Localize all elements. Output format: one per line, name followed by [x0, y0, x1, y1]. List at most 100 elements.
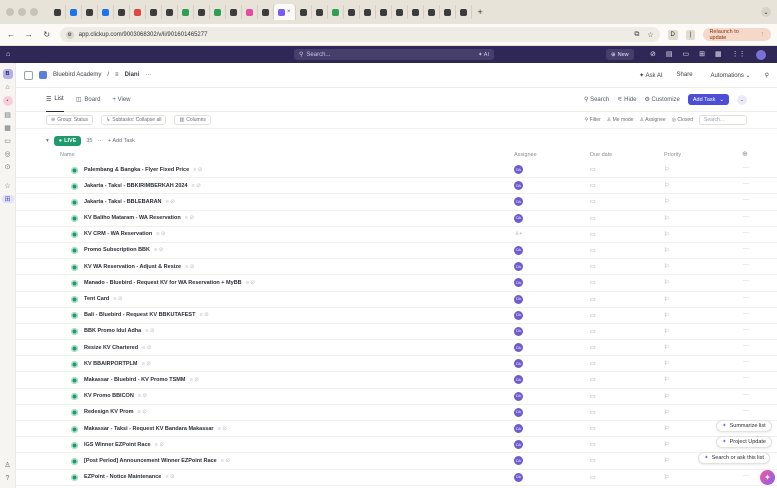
priority-flag-icon[interactable]: ⚐: [664, 393, 669, 400]
browser-tab[interactable]: [360, 5, 376, 19]
assignee-avatar[interactable]: DA: [514, 165, 523, 174]
due-date-icon[interactable]: ▭: [590, 312, 596, 319]
assignee-avatar[interactable]: DA: [514, 359, 523, 369]
priority-flag-icon[interactable]: ⚐: [664, 231, 669, 238]
status-dot-icon[interactable]: [71, 247, 78, 255]
task-name[interactable]: Makassar - Bluebird - KV Promo TSMM ≡ ⊘: [84, 377, 199, 383]
priority-flag-icon[interactable]: ⚐: [664, 474, 669, 481]
browser-tab[interactable]: [376, 5, 392, 19]
summarize-list-button[interactable]: ✦ Summarize list: [716, 420, 772, 432]
avatar[interactable]: [755, 49, 766, 60]
breadcrumb-more-icon[interactable]: ···: [145, 72, 151, 78]
docs-icon[interactable]: ▤: [4, 111, 11, 119]
search-ask-list-button[interactable]: ✦ Search or ask this list: [698, 452, 770, 464]
new-tab-button[interactable]: +: [478, 7, 483, 17]
add-task-button[interactable]: Add Task ⌄: [687, 94, 729, 105]
status-dot-icon[interactable]: [71, 425, 78, 433]
tab-board[interactable]: ◫ Board: [76, 88, 101, 112]
favorites-icon[interactable]: ☆: [4, 182, 10, 190]
customize-button[interactable]: ⚙ Customize: [644, 96, 679, 103]
table-row[interactable]: KV Baliho Mataram - WA Reservation ≡ ⊘ DA ▭…: [16, 211, 777, 227]
table-row[interactable]: Palembang & Bangka - Flyer Fixed Price ≡ …: [16, 162, 777, 179]
task-name[interactable]: IGS Winner EZPoint Race ≡ ⊘: [84, 442, 164, 448]
column-priority[interactable]: Priority: [664, 152, 681, 158]
timesheet-icon[interactable]: ⊙: [5, 163, 11, 171]
browser-tab[interactable]: [226, 5, 242, 19]
due-date-icon[interactable]: ▭: [590, 409, 596, 416]
status-dot-icon[interactable]: [71, 279, 78, 287]
assignee-avatar[interactable]: DA: [514, 197, 523, 207]
due-date-icon[interactable]: ▭: [590, 263, 596, 270]
due-date-icon[interactable]: ▭: [590, 457, 596, 464]
browser-tab[interactable]: [312, 5, 328, 19]
help-icon[interactable]: ?: [6, 475, 10, 482]
task-name[interactable]: Promo Subscription BBK ≡ ⊘: [84, 247, 163, 253]
forward-icon[interactable]: →: [24, 30, 34, 39]
minimize-window-button[interactable]: [18, 8, 26, 16]
priority-flag-icon[interactable]: ⚐: [664, 344, 669, 351]
priority-flag-icon[interactable]: ⚐: [664, 441, 669, 448]
task-name[interactable]: KV WA Reservation - Adjust & Resize ≡ ⊘: [84, 264, 194, 270]
table-row[interactable]: Bali - Bluebird - Request KV BBKUTAFEST ≡…: [16, 308, 777, 324]
browser-tab[interactable]: [146, 5, 162, 19]
assignee-avatar[interactable]: DA: [514, 456, 523, 466]
address-bar[interactable]: ⚙ app.clickup.com/9003068302/v/li/901601…: [59, 27, 660, 42]
due-date-icon[interactable]: ▭: [590, 376, 596, 383]
due-date-icon[interactable]: ▭: [590, 328, 596, 335]
closed-toggle[interactable]: ◎ Closed: [672, 117, 693, 123]
bookmark-star-icon[interactable]: ☆: [647, 31, 653, 39]
close-window-button[interactable]: [6, 8, 14, 16]
row-more-icon[interactable]: ···: [743, 375, 749, 381]
assignee-avatar[interactable]: DA: [514, 245, 523, 255]
status-dot-icon[interactable]: [71, 215, 78, 223]
priority-flag-icon[interactable]: ⚐: [664, 279, 669, 286]
row-more-icon[interactable]: ···: [743, 392, 749, 398]
task-name[interactable]: KV BBAIRPORTPLM ≡ ⊘: [84, 361, 151, 367]
back-icon[interactable]: ←: [6, 30, 16, 39]
browser-tab[interactable]: [408, 5, 424, 19]
tab-list[interactable]: ☰ List: [46, 88, 64, 112]
goals-icon[interactable]: ◎: [4, 150, 10, 158]
row-more-icon[interactable]: ···: [743, 408, 749, 414]
row-more-icon[interactable]: ···: [743, 327, 749, 333]
priority-flag-icon[interactable]: ⚐: [664, 166, 669, 173]
browser-tab[interactable]: [66, 5, 82, 19]
apps-grid-icon[interactable]: ⋮⋮: [732, 50, 746, 60]
sidebar-toggle-icon[interactable]: [24, 70, 33, 80]
browser-tab[interactable]: [456, 5, 472, 19]
status-dot-icon[interactable]: [71, 198, 78, 206]
assignee-avatar[interactable]: DA: [514, 407, 523, 417]
status-dot-icon[interactable]: [71, 182, 78, 190]
column-assignee[interactable]: Assignee: [514, 152, 537, 158]
assignee-avatar[interactable]: DA: [514, 343, 523, 353]
columns-chip[interactable]: ▥ Columns: [174, 115, 211, 125]
priority-flag-icon[interactable]: ⚐: [664, 263, 669, 270]
browser-tab[interactable]: [392, 5, 408, 19]
status-dot-icon[interactable]: [71, 328, 78, 336]
browser-tab[interactable]: [328, 5, 344, 19]
task-name[interactable]: KV Baliho Mataram - WA Reservation ≡ ⊘: [84, 215, 194, 221]
status-dot-icon[interactable]: [71, 376, 78, 384]
ask-ai-button[interactable]: ✦ Ask AI: [639, 72, 662, 79]
assignee-avatar[interactable]: DA: [514, 294, 523, 304]
task-name[interactable]: Jakarta - Taksi - BBLEBARAN ≡ ⊘: [84, 199, 175, 205]
priority-flag-icon[interactable]: ⚐: [664, 425, 669, 432]
status-dot-icon[interactable]: [71, 409, 78, 417]
row-more-icon[interactable]: ···: [743, 262, 749, 268]
due-date-icon[interactable]: ▭: [590, 474, 596, 481]
row-more-icon[interactable]: ···: [743, 343, 749, 349]
priority-flag-icon[interactable]: ⚐: [664, 215, 669, 222]
browser-tab[interactable]: [114, 5, 130, 19]
group-add-task-button[interactable]: + Add Task: [108, 138, 135, 144]
due-date-icon[interactable]: ▭: [590, 279, 596, 286]
group-by-chip[interactable]: ⊜ Group: Status: [46, 115, 94, 125]
browser-tab[interactable]: [178, 5, 194, 19]
task-name[interactable]: Resize KV Chartered ≡ ⊘: [84, 345, 151, 351]
dashboards-icon[interactable]: ▦: [4, 124, 11, 132]
table-row[interactable]: IGS Winner EZPoint Race≡ ⊘DA▭⚐···: [16, 437, 777, 454]
row-more-icon[interactable]: ···: [743, 295, 749, 301]
status-dot-icon[interactable]: [71, 441, 78, 449]
subtasks-chip[interactable]: ↳ Subtasks: Collapse all: [101, 115, 167, 125]
table-row[interactable]: [Post Period] Announcement Winner EZPoin…: [16, 453, 777, 470]
ai-assistant-fab[interactable]: ✦: [760, 470, 775, 485]
